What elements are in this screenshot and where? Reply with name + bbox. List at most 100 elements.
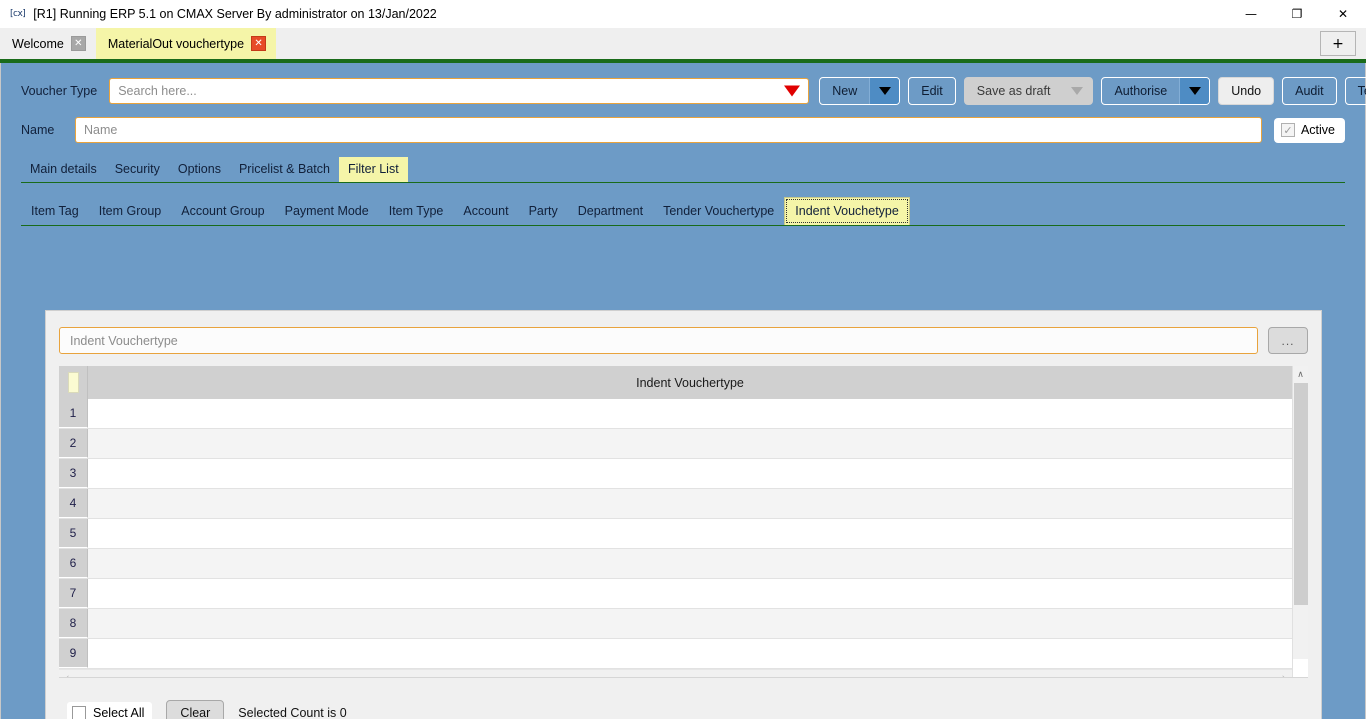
scroll-left-icon[interactable]: ‹ [59, 670, 76, 678]
table-row[interactable]: 9 [59, 639, 1292, 669]
row-cell-indent-vouchertype[interactable] [88, 399, 1292, 428]
minimize-icon[interactable]: — [1228, 0, 1274, 28]
row-number: 1 [59, 399, 88, 428]
tab-pricelist-and-batch[interactable]: Pricelist & Batch [230, 157, 339, 182]
save-as-draft-button[interactable]: Save as draft [963, 77, 1094, 105]
table-row[interactable]: 2 [59, 429, 1292, 459]
table-row[interactable]: 1 [59, 399, 1292, 429]
table-row[interactable]: 8 [59, 609, 1292, 639]
indent-vouchertype-search-input[interactable]: Indent Vouchertype [59, 327, 1258, 354]
document-tabstrip: Welcome ✕ MaterialOut vouchertype ✕ + [0, 28, 1366, 59]
scrollbar-corner [1292, 659, 1308, 677]
tab-indent-vouchertype[interactable]: Indent Vouchetype [784, 197, 910, 225]
tab-account[interactable]: Account [453, 198, 518, 225]
row-cell-indent-vouchertype[interactable] [88, 549, 1292, 578]
row-number: 6 [59, 549, 88, 578]
active-checkbox-group[interactable]: ✓ Active [1273, 117, 1345, 143]
grid-footer-controls: Select All Clear Selected Count is 0 [59, 700, 1308, 719]
chevron-down-icon[interactable] [1179, 78, 1210, 104]
authorise-button[interactable]: Authorise [1101, 77, 1211, 105]
grid-header-row: Indent Vouchertype [59, 366, 1292, 399]
name-input[interactable]: Name [75, 117, 1262, 143]
close-icon[interactable]: ✕ [1320, 0, 1366, 28]
template-button[interactable]: Template [1344, 77, 1366, 105]
document-tab-welcome[interactable]: Welcome ✕ [0, 28, 96, 59]
row-cell-indent-vouchertype[interactable] [88, 579, 1292, 608]
tab-item-group[interactable]: Item Group [89, 198, 172, 225]
app-logo-icon: [cx] [10, 9, 26, 19]
row-cell-indent-vouchertype[interactable] [88, 639, 1292, 668]
document-tab-label: MaterialOut vouchertype [107, 36, 245, 51]
audit-button[interactable]: Audit [1282, 77, 1337, 105]
grid-column-header[interactable]: Indent Vouchertype [88, 366, 1292, 399]
selected-count-text: Selected Count is 0 [238, 706, 347, 719]
row-cell-indent-vouchertype[interactable] [88, 519, 1292, 548]
tab-payment-mode[interactable]: Payment Mode [275, 198, 379, 225]
table-row[interactable]: 4 [59, 489, 1292, 519]
table-row[interactable]: 5 [59, 519, 1292, 549]
document-tab-materialout-vouchertype[interactable]: MaterialOut vouchertype ✕ [95, 28, 277, 59]
tab-account-group[interactable]: Account Group [171, 198, 274, 225]
new-button[interactable]: New [819, 77, 901, 105]
row-number: 2 [59, 429, 88, 458]
tab-party[interactable]: Party [519, 198, 568, 225]
tab-filter-list[interactable]: Filter List [338, 157, 408, 182]
tab-item-type[interactable]: Item Type [379, 198, 454, 225]
chevron-down-icon[interactable] [869, 78, 900, 104]
voucher-type-search-placeholder: Search here... [118, 84, 197, 98]
new-tab-button[interactable]: + [1320, 31, 1356, 56]
template-button-label: Template [1357, 84, 1366, 98]
indent-vouchertype-search-placeholder: Indent Vouchertype [70, 333, 178, 348]
new-button-label: New [832, 84, 858, 98]
close-icon[interactable]: ✕ [251, 36, 267, 51]
table-row[interactable]: 6 [59, 549, 1292, 579]
table-row[interactable]: 7 [59, 579, 1292, 609]
save-as-draft-button-label: Save as draft [976, 84, 1051, 98]
restore-icon[interactable]: ❐ [1274, 0, 1320, 28]
grid-body: Indent Vouchertype 1 2 3 4 5 6 7 8 9 [59, 366, 1292, 677]
grid-horizontal-scrollbar[interactable]: ‹ › [59, 669, 1292, 677]
filter-search-bar: Indent Vouchertype ... [59, 327, 1308, 354]
tab-main-details[interactable]: Main details [21, 157, 106, 182]
browse-ellipsis-button[interactable]: ... [1268, 327, 1308, 354]
checkbox-icon[interactable]: ✓ [1280, 123, 1295, 137]
edit-button-label: Edit [921, 84, 943, 98]
scroll-right-icon[interactable]: › [1275, 670, 1292, 678]
edit-button[interactable]: Edit [908, 77, 956, 105]
scroll-up-icon[interactable]: ∧ [1293, 366, 1309, 383]
name-input-placeholder: Name [84, 123, 118, 137]
vertical-scroll-track[interactable] [1293, 383, 1309, 660]
tab-security[interactable]: Security [106, 157, 169, 182]
undo-button-label: Undo [1231, 84, 1262, 98]
undo-button[interactable]: Undo [1218, 77, 1275, 105]
authorise-button-label: Authorise [1114, 84, 1168, 98]
tab-tender-vouchertype[interactable]: Tender Vouchertype [653, 198, 784, 225]
table-row[interactable]: 3 [59, 459, 1292, 489]
grid-corner-swatch-icon [67, 372, 79, 393]
tab-item-tag[interactable]: Item Tag [21, 198, 89, 225]
dropdown-caret-icon[interactable] [784, 85, 801, 97]
row-cell-indent-vouchertype[interactable] [88, 429, 1292, 458]
row-cell-indent-vouchertype[interactable] [88, 459, 1292, 488]
row-cell-indent-vouchertype[interactable] [88, 489, 1292, 518]
window-controls: — ❐ ✕ [1228, 0, 1366, 28]
grid-select-corner[interactable] [59, 366, 88, 399]
tab-department[interactable]: Department [568, 198, 653, 225]
tab-options[interactable]: Options [169, 157, 230, 182]
row-number: 4 [59, 489, 88, 518]
clear-button[interactable]: Clear [166, 700, 225, 719]
vertical-scroll-thumb[interactable] [1293, 383, 1308, 605]
window-title: [R1] Running ERP 5.1 on CMAX Server By a… [33, 7, 437, 21]
row-number: 8 [59, 609, 88, 638]
grid-vertical-scrollbar[interactable]: ∧ ∨ [1292, 366, 1308, 677]
indent-vouchertype-grid: Indent Vouchertype 1 2 3 4 5 6 7 8 9 ∧ [59, 366, 1308, 678]
voucher-type-search-input[interactable]: Search here... [109, 78, 810, 104]
checkbox-icon[interactable] [72, 706, 86, 719]
row-number: 7 [59, 579, 88, 608]
select-all-group[interactable]: Select All [67, 702, 153, 719]
name-label: Name [21, 123, 55, 137]
close-icon[interactable]: ✕ [70, 36, 86, 51]
voucher-type-label: Voucher Type [21, 84, 98, 98]
row-cell-indent-vouchertype[interactable] [88, 609, 1292, 638]
name-row: Name Name ✓ Active [1, 105, 1365, 143]
